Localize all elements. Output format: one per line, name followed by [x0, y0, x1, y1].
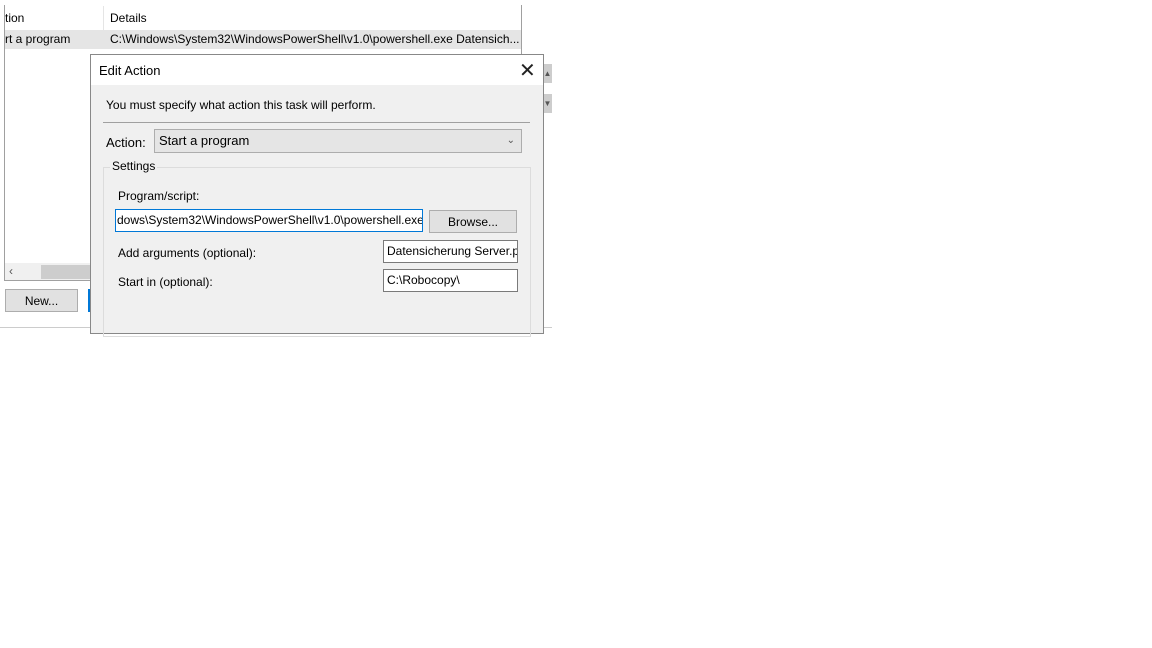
program-label: Program/script:	[118, 189, 200, 203]
column-divider	[103, 6, 104, 30]
settings-label: Settings	[110, 159, 158, 173]
action-value: Start a program	[159, 133, 250, 148]
action-label: Action:	[106, 135, 146, 150]
browse-button[interactable]: Browse...	[429, 210, 517, 233]
arguments-label: Add arguments (optional):	[118, 246, 257, 260]
close-icon[interactable]: ✕	[519, 58, 536, 83]
dialog-title: Edit Action	[99, 63, 161, 78]
instruction-text: You must specify what action this task w…	[106, 98, 376, 112]
column-header-details[interactable]: Details	[110, 6, 147, 30]
program-input[interactable]: dows\System32\WindowsPowerShell\v1.0\pow…	[115, 209, 423, 232]
column-header-action[interactable]: tion	[5, 6, 24, 30]
start-in-label: Start in (optional):	[118, 275, 213, 289]
scrollbar-thumb[interactable]	[41, 265, 91, 279]
chevron-down-icon: ⌄	[506, 135, 515, 146]
row-action: rt a program	[5, 32, 71, 46]
divider	[103, 122, 530, 123]
scroll-left-icon[interactable]: ‹	[9, 264, 13, 278]
start-in-input[interactable]: C:\Robocopy\	[383, 269, 518, 292]
move-up-button[interactable]: ▲	[543, 64, 552, 83]
move-down-button[interactable]: ▼	[543, 94, 552, 113]
action-select[interactable]: Start a program ⌄	[154, 129, 522, 153]
edit-action-dialog: Edit Action ✕ You must specify what acti…	[90, 54, 544, 337]
row-details: C:\Windows\System32\WindowsPowerShell\v1…	[110, 32, 520, 46]
new-button[interactable]: New...	[5, 289, 78, 312]
title-bar: Edit Action ✕	[91, 55, 543, 85]
arguments-input[interactable]: Datensicherung Server.p	[383, 240, 518, 263]
